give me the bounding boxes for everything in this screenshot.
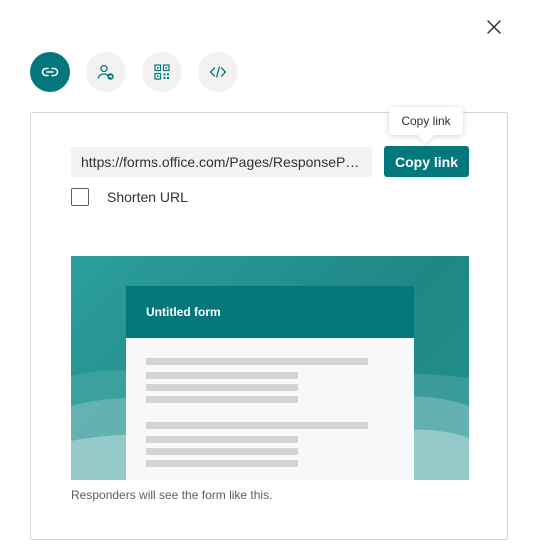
preview-placeholder-line (146, 448, 298, 455)
form-preview-image: Untitled form (71, 256, 469, 480)
link-url-field[interactable]: https://forms.office.com/Pages/ResponseP… (71, 147, 372, 177)
tooltip-arrow (417, 126, 435, 144)
shorten-url-checkbox[interactable] (71, 188, 89, 206)
preview-form-title: Untitled form (126, 286, 414, 338)
preview-placeholder-line (146, 358, 368, 365)
copy-link-tooltip: Copy link (389, 107, 463, 144)
preview-placeholder-line (146, 372, 298, 379)
close-icon (487, 20, 501, 34)
tab-embed-code[interactable] (198, 52, 238, 92)
qr-code-icon (154, 64, 170, 80)
preview-placeholder-line (146, 436, 298, 443)
preview-placeholder-line (146, 460, 298, 467)
preview-placeholder-line (146, 396, 298, 403)
share-link-panel: https://forms.office.com/Pages/ResponseP… (30, 107, 508, 540)
embed-code-icon (209, 66, 227, 78)
tab-link[interactable] (30, 52, 70, 92)
copy-link-button[interactable]: Copy link (384, 146, 469, 177)
preview-form-card: Untitled form (126, 286, 414, 480)
share-people-icon (97, 64, 114, 80)
link-icon (41, 67, 59, 77)
preview-caption: Responders will see the form like this. (71, 488, 273, 502)
tab-qr-code[interactable] (142, 52, 182, 92)
tab-share-people[interactable] (86, 52, 126, 92)
preview-placeholder-line (146, 384, 298, 391)
shorten-url-label[interactable]: Shorten URL (107, 189, 188, 205)
close-button[interactable] (482, 15, 506, 39)
preview-placeholder-line (146, 422, 368, 429)
